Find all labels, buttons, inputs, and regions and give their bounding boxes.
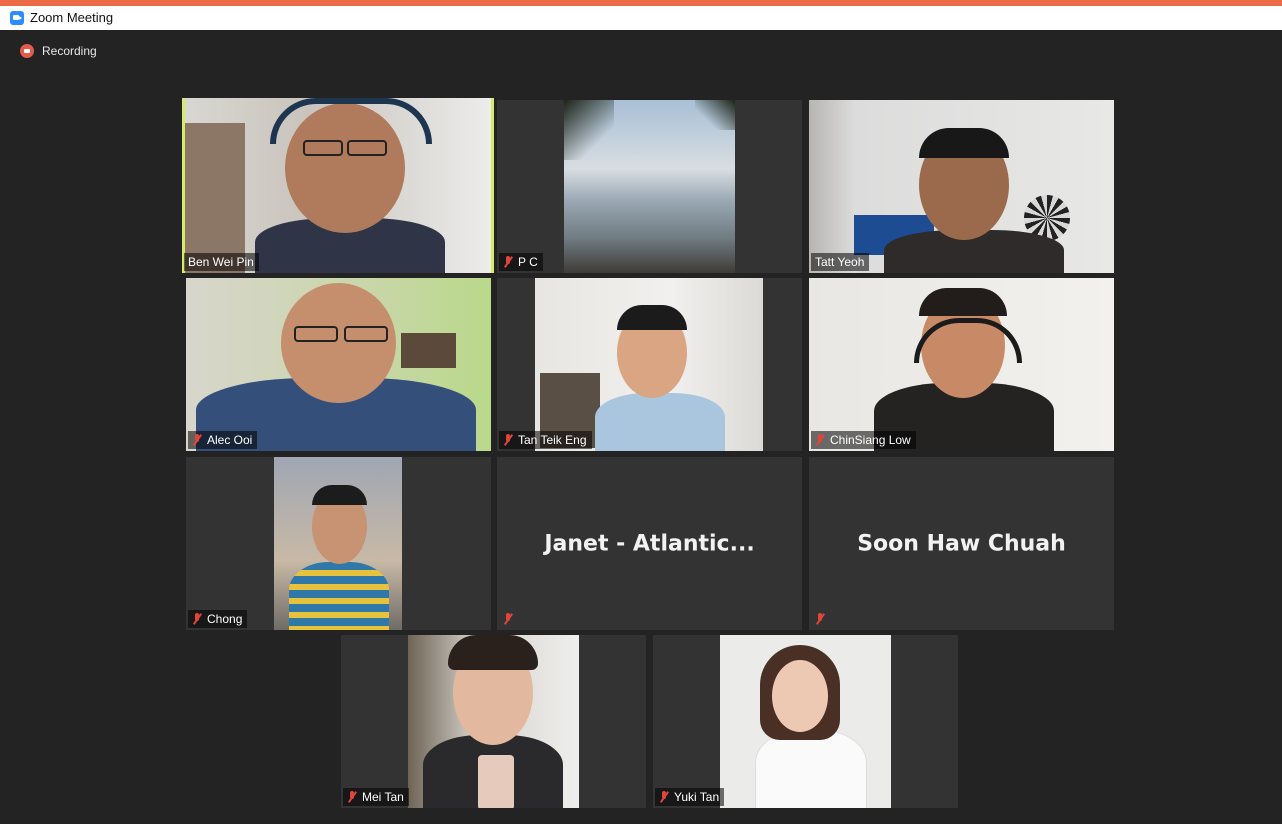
participant-display-name: Soon Haw Chuah xyxy=(857,531,1066,556)
participant-tile-tan-teik-eng[interactable]: Tan Teik Eng xyxy=(497,278,802,451)
video-gallery: Recording Ben Wei Pin P C Tatt Yeoh Alec… xyxy=(0,30,1282,824)
participant-name-tag: Yuki Tan xyxy=(655,788,725,806)
participant-video xyxy=(809,100,1114,273)
muted-mic-icon xyxy=(815,434,825,446)
participant-video xyxy=(274,457,402,630)
participant-tile-soon-haw-chuah[interactable]: Soon Haw Chuah xyxy=(809,457,1114,630)
participant-name: Chong xyxy=(207,612,243,626)
participant-tile-mei-tan[interactable]: Mei Tan xyxy=(341,635,646,808)
recording-indicator[interactable]: Recording xyxy=(20,44,97,58)
participant-video xyxy=(564,100,735,273)
participant-video xyxy=(720,635,891,808)
recording-label: Recording xyxy=(42,44,97,58)
participant-name: Ben Wei Pin xyxy=(188,255,254,269)
participant-name: Alec Ooi xyxy=(207,433,253,447)
participant-tile-janet[interactable]: Janet - Atlantic... xyxy=(497,457,802,630)
participant-tile-p-c[interactable]: P C xyxy=(497,100,802,273)
muted-mic-icon xyxy=(192,434,202,446)
participant-name: ChinSiang Low xyxy=(830,433,911,447)
participant-video xyxy=(185,98,491,273)
muted-mic-icon xyxy=(347,791,357,803)
participant-name-tag: Chong xyxy=(188,610,248,628)
participant-display-name: Janet - Atlantic... xyxy=(544,531,755,556)
participant-video xyxy=(408,635,579,808)
participant-name-tag: Alec Ooi xyxy=(188,431,258,449)
muted-mic-icon xyxy=(503,613,513,625)
participant-name-tag: Tatt Yeoh xyxy=(811,253,870,271)
participant-name: Tatt Yeoh xyxy=(815,255,865,269)
participant-name-tag: Mei Tan xyxy=(343,788,409,806)
participant-name-tag: Tan Teik Eng xyxy=(499,431,592,449)
participant-tile-alec-ooi[interactable]: Alec Ooi xyxy=(186,278,491,451)
muted-mic-icon xyxy=(503,434,513,446)
participant-name-tag: Ben Wei Pin xyxy=(184,253,259,271)
participant-tile-yuki-tan[interactable]: Yuki Tan xyxy=(653,635,958,808)
participant-tile-tatt-yeoh[interactable]: Tatt Yeoh xyxy=(809,100,1114,273)
participant-tile-ben-wei-pin[interactable]: Ben Wei Pin xyxy=(182,98,494,273)
participant-video xyxy=(535,278,763,451)
participant-name: P C xyxy=(518,255,538,269)
title-bar: Zoom Meeting xyxy=(0,6,1282,30)
muted-mic-icon xyxy=(815,613,825,625)
muted-mic-icon xyxy=(659,791,669,803)
window-title: Zoom Meeting xyxy=(30,10,114,25)
participant-name-tag: ChinSiang Low xyxy=(811,431,916,449)
participant-name-tag: P C xyxy=(499,253,543,271)
participant-name: Mei Tan xyxy=(362,790,404,804)
muted-mic-icon xyxy=(192,613,202,625)
participant-video xyxy=(809,278,1114,451)
muted-mic-icon xyxy=(503,256,513,268)
participant-tile-chong[interactable]: Chong xyxy=(186,457,491,630)
recording-icon xyxy=(20,44,34,58)
zoom-camera-icon xyxy=(10,11,24,25)
participant-name: Yuki Tan xyxy=(674,790,720,804)
participant-tile-chinsiang-low[interactable]: ChinSiang Low xyxy=(809,278,1114,451)
participant-video xyxy=(186,278,491,451)
participant-name: Tan Teik Eng xyxy=(518,433,587,447)
